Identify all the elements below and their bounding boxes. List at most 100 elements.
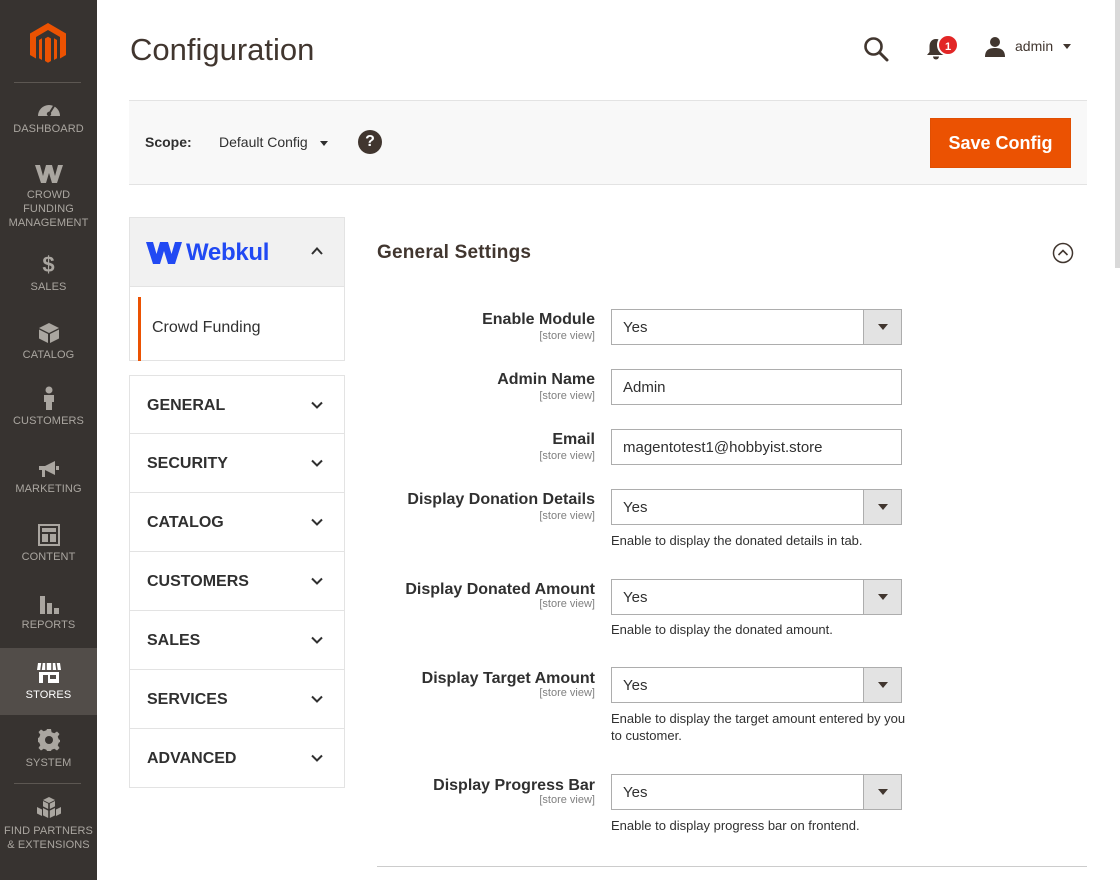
admin-name-input[interactable]: Admin — [611, 369, 902, 405]
nav-label: CONTENT — [21, 551, 76, 563]
enable-module-select[interactable]: Yes — [611, 309, 902, 345]
field-label: Email — [552, 431, 595, 448]
nav-label: SYSTEM — [25, 757, 72, 769]
input-value: magentotest1@hobbyist.store — [623, 439, 823, 456]
nav-item-dashboard[interactable]: DASHBOARD — [0, 98, 97, 142]
tab-group-advanced[interactable]: ADVANCED — [129, 729, 345, 788]
tab-group-label: CATALOG — [147, 514, 224, 531]
scope-bar: Scope: Default Config ? Save Config — [129, 100, 1087, 185]
display-donation-details-select[interactable]: Yes — [611, 489, 902, 525]
chevron-down-icon — [311, 754, 323, 762]
field-label: Display Donated Amount — [405, 581, 595, 598]
chevron-down-icon[interactable] — [863, 580, 901, 614]
dollar-icon: $ — [42, 252, 55, 277]
nav-label: CATALOG — [22, 349, 75, 361]
tab-group-services[interactable]: SERVICES — [129, 670, 345, 729]
field-label: Display Progress Bar — [433, 777, 595, 794]
tab-group-security[interactable]: SECURITY — [129, 434, 345, 493]
account-username[interactable]: admin — [1015, 38, 1053, 54]
nav-label: CUSTOMERS — [13, 415, 84, 427]
field-note: Enable to display progress bar on fronte… — [611, 818, 860, 833]
user-icon[interactable] — [984, 36, 1006, 58]
chevron-down-icon[interactable] — [320, 141, 328, 146]
field-label: Display Target Amount — [421, 670, 595, 687]
nav-label: CROWD FUNDING MANAGEMENT — [8, 189, 89, 229]
display-target-amount-select[interactable]: Yes — [611, 667, 902, 703]
chevron-down-icon — [311, 518, 323, 526]
nav-item-catalog[interactable]: CATALOG — [0, 322, 97, 366]
nav-item-customers[interactable]: CUSTOMERS — [0, 386, 97, 432]
nav-item-reports[interactable]: REPORTS — [0, 594, 97, 636]
field-scope: [store view] — [539, 510, 595, 522]
nav-label: REPORTS — [21, 619, 76, 631]
nav-divider — [14, 82, 81, 83]
tab-crowd-funding[interactable]: Crowd Funding — [129, 287, 345, 361]
field-scope: [store view] — [539, 794, 595, 806]
page-scrollbar[interactable] — [1115, 0, 1120, 268]
chevron-down-icon[interactable] — [863, 668, 901, 702]
nav-item-stores[interactable]: STORES — [0, 648, 97, 715]
tab-group-catalog[interactable]: CATALOG — [129, 493, 345, 552]
nav-item-content[interactable]: CONTENT — [0, 524, 97, 568]
chevron-down-icon[interactable] — [863, 775, 901, 809]
nav-item-system[interactable]: SYSTEM — [0, 728, 97, 772]
nav-item-sales[interactable]: $ SALES — [0, 254, 97, 298]
magento-logo-icon[interactable] — [28, 22, 68, 66]
email-input[interactable]: magentotest1@hobbyist.store — [611, 429, 902, 465]
chevron-down-icon[interactable] — [1063, 44, 1071, 49]
field-label: Enable Module — [482, 311, 595, 328]
webkul-wordmark: Webkul — [186, 239, 270, 266]
field-note: Enable to display the donated details in… — [611, 533, 863, 548]
tab-group-label: SERVICES — [147, 691, 228, 708]
help-icon[interactable]: ? — [358, 130, 382, 154]
chevron-down-icon — [311, 577, 323, 585]
tab-group-label: SALES — [147, 632, 201, 649]
config-tabs: Webkul Crowd Funding GENERAL SECURITY CA… — [129, 217, 345, 788]
nav-divider — [14, 783, 81, 784]
field-label: Admin Name — [497, 371, 595, 388]
admin-sidebar: DASHBOARD CROWD FUNDING MANAGEMENT $ SAL… — [0, 0, 97, 880]
select-value: Yes — [623, 319, 648, 336]
display-donated-amount-select[interactable]: Yes — [611, 579, 902, 615]
search-icon[interactable] — [863, 36, 889, 62]
input-value: Admin — [623, 379, 666, 396]
chevron-up-icon[interactable] — [310, 244, 324, 258]
field-scope: [store view] — [539, 687, 595, 699]
active-indicator — [138, 297, 141, 361]
section-divider — [377, 866, 1087, 867]
nav-label: DASHBOARD — [13, 123, 84, 135]
webkul-w-icon — [34, 165, 63, 183]
page-title: Configuration — [130, 32, 315, 67]
field-scope: [store view] — [539, 330, 595, 342]
tab-group-sales[interactable]: SALES — [129, 611, 345, 670]
scope-switcher[interactable]: Default Config — [219, 134, 308, 150]
section-title[interactable]: General Settings — [377, 242, 531, 264]
chevron-down-icon[interactable] — [863, 310, 901, 344]
field-scope: [store view] — [539, 390, 595, 402]
field-scope: [store view] — [539, 598, 595, 610]
tab-group-general[interactable]: GENERAL — [129, 375, 345, 434]
cubes-icon — [36, 797, 61, 818]
collapse-section-icon[interactable] — [1052, 242, 1074, 264]
chevron-down-icon — [311, 695, 323, 703]
nav-item-marketing[interactable]: MARKETING — [0, 460, 97, 500]
gauge-icon — [37, 105, 60, 117]
chevron-down-icon[interactable] — [863, 490, 901, 524]
save-config-button[interactable]: Save Config — [930, 118, 1071, 168]
select-value: Yes — [623, 677, 648, 694]
select-value: Yes — [623, 784, 648, 801]
tab-group-customers[interactable]: CUSTOMERS — [129, 552, 345, 611]
tab-group-label: SECURITY — [147, 455, 228, 472]
nav-item-find-partners[interactable]: FIND PARTNERS & EXTENSIONS — [0, 796, 97, 852]
box-icon — [38, 323, 59, 343]
webkul-w-icon — [146, 242, 182, 264]
tab-label: Crowd Funding — [152, 319, 261, 336]
scope-label: Scope: — [145, 134, 192, 150]
webkul-logo: Webkul — [146, 239, 270, 266]
tab-webkul[interactable]: Webkul — [129, 217, 345, 287]
tab-group-label: CUSTOMERS — [147, 573, 249, 590]
display-progress-bar-select[interactable]: Yes — [611, 774, 902, 810]
person-icon — [43, 386, 54, 410]
notification-badge[interactable]: 1 — [937, 34, 959, 56]
nav-item-crowd-funding[interactable]: CROWD FUNDING MANAGEMENT — [0, 164, 97, 236]
